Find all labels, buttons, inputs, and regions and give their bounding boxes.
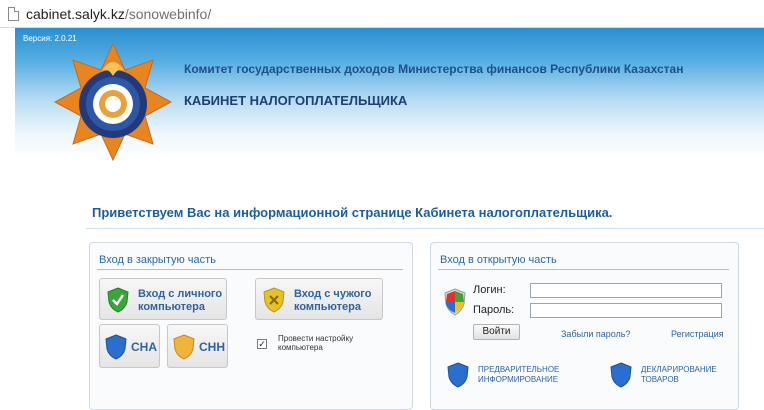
closed-panel-title: Вход в закрытую часть xyxy=(99,254,216,266)
forgot-password-link[interactable]: Забыли пароль? xyxy=(561,329,630,339)
address-bar[interactable]: cabinet.salyk.kz/sonowebinfo/ xyxy=(0,0,764,28)
login-button[interactable]: Войти xyxy=(473,324,520,340)
personal-login-line1: Вход с личного xyxy=(138,288,223,300)
blue-shield-icon xyxy=(105,334,127,360)
preliminary-line2: ИНФОРМИРОВАНИЕ xyxy=(478,375,559,384)
declaration-line1: ДЕКЛАРИРОВАНИЕ xyxy=(641,365,717,374)
panel-divider xyxy=(438,269,729,270)
login-input[interactable] xyxy=(530,283,722,298)
chh-label: СНН xyxy=(199,340,225,354)
setup-label-line2: компьютера xyxy=(278,343,323,352)
preliminary-line1: ПРЕДВАРИТЕЛЬНОЕ xyxy=(478,365,560,374)
blue-shield-icon[interactable] xyxy=(610,362,632,388)
declaration-line2: ТОВАРОВ xyxy=(641,375,679,384)
url-text[interactable]: cabinet.salyk.kz/sonowebinfo/ xyxy=(26,6,211,22)
org-name: Комитет государственных доходов Министер… xyxy=(184,62,684,76)
page-icon xyxy=(8,7,19,21)
cha-button[interactable]: СНА xyxy=(99,324,160,368)
login-label: Логин: xyxy=(473,284,506,296)
cha-label: СНА xyxy=(131,340,157,354)
blue-shield-icon[interactable] xyxy=(447,362,469,388)
personal-computer-login-button[interactable]: Вход с личного компьютера xyxy=(99,278,227,320)
open-panel-title: Вход в открытую часть xyxy=(440,254,557,266)
green-shield-icon xyxy=(107,287,129,313)
foreign-login-line1: Вход с чужого xyxy=(294,288,372,300)
password-input[interactable] xyxy=(530,303,722,318)
header-banner: Версия: 2.0.21 Комитет государственных д… xyxy=(15,28,764,162)
yellow-shield-icon xyxy=(263,287,285,313)
goods-declaration-link[interactable]: ДЕКЛАРИРОВАНИЕ ТОВАРОВ xyxy=(641,365,717,385)
register-link[interactable]: Регистрация xyxy=(671,329,724,339)
preliminary-informing-link[interactable]: ПРЕДВАРИТЕЛЬНОЕ ИНФОРМИРОВАНИЕ xyxy=(478,365,559,385)
panel-divider xyxy=(97,269,403,270)
welcome-heading: Приветствуем Вас на информационной стран… xyxy=(92,205,613,220)
foreign-login-line2: компьютера xyxy=(294,301,361,313)
url-host: cabinet.salyk.kz xyxy=(26,6,125,22)
setup-label-line1: Провести настройку xyxy=(278,334,354,343)
foreign-computer-login-button[interactable]: Вход с чужого компьютера xyxy=(255,278,383,320)
url-path: /sonowebinfo/ xyxy=(124,6,212,22)
cabinet-title: КАБИНЕТ НАЛОГОПЛАТЕЛЬЩИКА xyxy=(184,93,408,108)
personal-login-line2: компьютера xyxy=(138,301,205,313)
windows-shield-icon xyxy=(444,288,466,316)
password-label: Пароль: xyxy=(473,304,515,316)
setup-computer-label: Провести настройку компьютера xyxy=(278,334,368,352)
chh-button[interactable]: СНН xyxy=(167,324,228,368)
divider xyxy=(86,228,764,229)
emblem-logo xyxy=(53,42,173,162)
setup-computer-checkbox[interactable]: ✓ xyxy=(257,339,267,349)
orange-shield-icon xyxy=(173,334,195,360)
